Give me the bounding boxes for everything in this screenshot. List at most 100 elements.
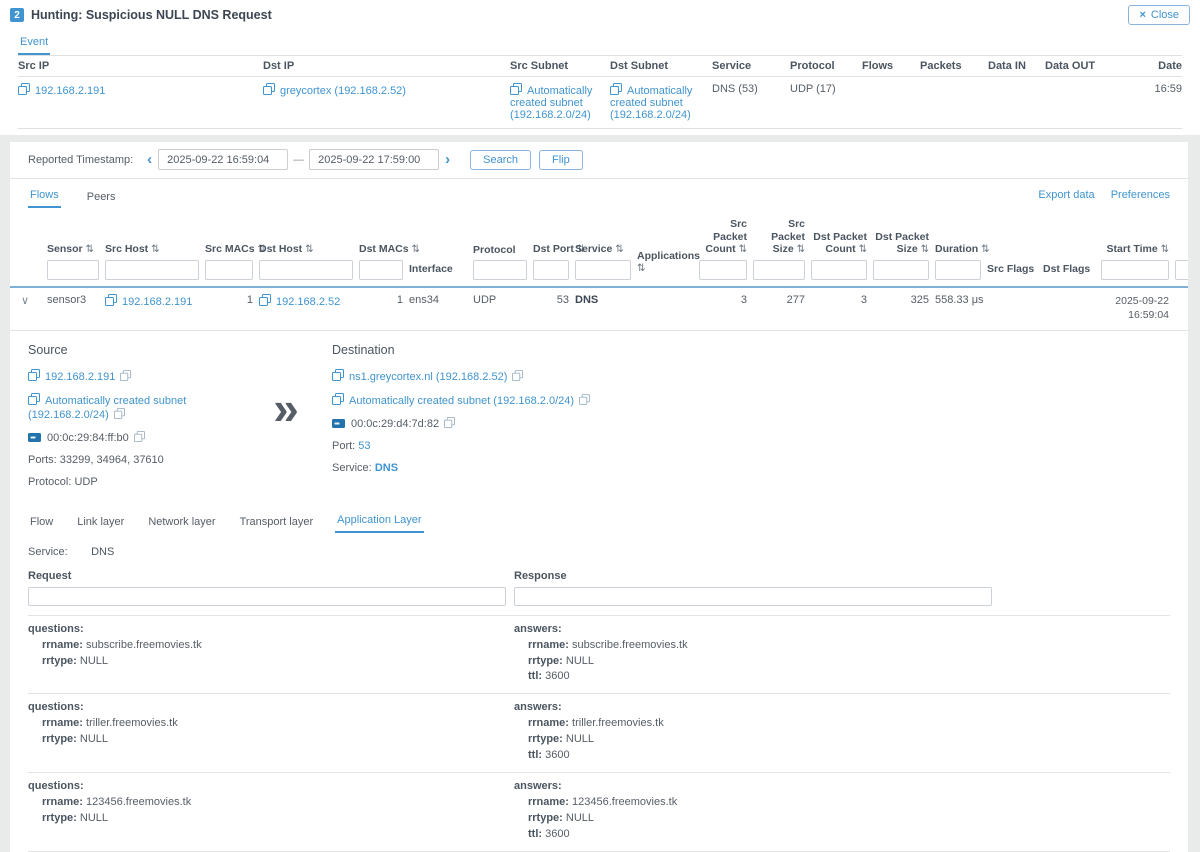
sort-icon[interactable]: ⇅ (859, 244, 867, 255)
sort-icon[interactable]: ⇅ (412, 244, 420, 255)
question-rrtype: NULL (80, 733, 108, 745)
tab-flows[interactable]: Flows (28, 184, 61, 208)
answers-label: answers: (514, 779, 992, 795)
filter-service-input[interactable] (575, 260, 631, 280)
destination-port-link[interactable]: 53 (358, 440, 370, 452)
filter-src-host-input[interactable] (105, 260, 199, 280)
sort-icon[interactable]: ⇅ (86, 244, 94, 255)
timestamp-from-input[interactable] (158, 149, 288, 170)
destination-subnet-link[interactable]: Automatically created subnet (192.168.2.… (332, 395, 590, 407)
detail-destination: Destination ns1.greycortex.nl (192.168.2… (332, 343, 1170, 499)
copy-icon[interactable] (444, 417, 455, 428)
source-title: Source (28, 343, 240, 358)
col-dst-packet-count: Dst Packet Count ⇅ (811, 231, 867, 257)
export-data-link[interactable]: Export data (1038, 189, 1094, 201)
chevron-down-icon[interactable]: ∨ (21, 295, 29, 307)
questions-label: questions: (28, 700, 506, 716)
copy-icon[interactable] (114, 408, 125, 419)
col-dst-packet-size: Dst Packet Size ⇅ (873, 231, 929, 257)
close-icon: × (1139, 9, 1145, 21)
filter-sensor-input[interactable] (47, 260, 99, 280)
answer-ttl: 3600 (545, 749, 569, 761)
copy-icon[interactable] (120, 370, 131, 381)
chevron-left-icon[interactable]: ‹ (141, 152, 158, 167)
flow-direction-icon: » (240, 343, 332, 499)
flow-dst-host-link[interactable]: 192.168.2.52 (259, 296, 340, 308)
source-protocol: Protocol: UDP (28, 476, 240, 489)
col-data-out: Data OUT (1045, 60, 1105, 72)
tab-peers[interactable]: Peers (85, 186, 118, 208)
search-button[interactable]: Search (470, 150, 531, 170)
tab-event[interactable]: Event (18, 31, 50, 55)
col-dst-macs: Dst MACs ⇅ (359, 243, 403, 256)
destination-service-link[interactable]: DNS (375, 462, 398, 474)
filter-protocol-input[interactable] (473, 260, 527, 280)
close-button[interactable]: × Close (1128, 5, 1190, 25)
timestamp-label: Reported Timestamp: (28, 154, 133, 166)
tab-link-layer[interactable]: Link layer (75, 511, 126, 533)
flow-src-host-link[interactable]: 192.168.2.191 (105, 296, 192, 308)
response-filter-input[interactable] (514, 587, 992, 606)
request-filter-input[interactable] (28, 587, 506, 606)
destination-host-link[interactable]: ns1.greycortex.nl (192.168.2.52) (332, 371, 523, 383)
filter-dst-port-input[interactable] (533, 260, 569, 280)
flow-detail: Source 192.168.2.191 Automatically creat… (10, 331, 1188, 501)
host-icon (259, 294, 271, 306)
tab-flow[interactable]: Flow (28, 511, 55, 533)
filter-dst-macs-input[interactable] (359, 260, 403, 280)
copy-icon[interactable] (512, 370, 523, 381)
sort-icon[interactable]: ⇅ (615, 244, 623, 255)
preferences-link[interactable]: Preferences (1111, 189, 1170, 201)
filter-duration-input[interactable] (935, 260, 981, 280)
source-host-link[interactable]: 192.168.2.191 (28, 371, 131, 383)
answers-label: answers: (514, 622, 992, 638)
event-src-ip-link[interactable]: 192.168.2.191 (18, 85, 105, 97)
event-dst-ip-link[interactable]: greycortex (192.168.2.52) (263, 85, 406, 97)
source-subnet-link[interactable]: Automatically created subnet (192.168.2.… (28, 395, 186, 421)
flow-service: DNS (572, 294, 634, 306)
flip-button[interactable]: Flip (539, 150, 583, 170)
filter-src-packet-count-input[interactable] (699, 260, 747, 280)
copy-icon[interactable] (134, 431, 145, 442)
copy-icon[interactable] (579, 394, 590, 405)
flow-row[interactable]: ∨ sensor3 192.168.2.191 1 192.168.2.52 1… (10, 288, 1188, 330)
filter-extra-input[interactable] (1175, 260, 1188, 280)
sort-icon[interactable]: ⇅ (1161, 244, 1169, 255)
filter-src-macs-input[interactable] (205, 260, 253, 280)
filter-src-packet-size-input[interactable] (753, 260, 805, 280)
sort-icon[interactable]: ⇅ (797, 244, 805, 255)
tab-application-layer[interactable]: Application Layer (335, 509, 423, 533)
flows-table-header: Sensor ⇅ Src Host ⇅ Src MACs ⇅ Dst Host … (10, 210, 1188, 288)
col-src-macs: Src MACs ⇅ (205, 243, 253, 256)
col-date: Date (1105, 60, 1182, 72)
answer-rrname: 123456.freemovies.tk (572, 796, 677, 808)
tab-transport-layer[interactable]: Transport layer (238, 511, 316, 533)
sort-icon[interactable]: ⇅ (305, 244, 313, 255)
sort-icon[interactable]: ⇅ (739, 244, 747, 255)
col-src-packet-count: Src Packet Count ⇅ (699, 218, 747, 256)
flow-interface: ens34 (406, 294, 470, 306)
sort-icon[interactable]: ⇅ (151, 244, 159, 255)
flow-duration: 558.33 μs (932, 294, 984, 306)
timestamp-to-input[interactable] (309, 149, 439, 170)
filter-dst-packet-size-input[interactable] (873, 260, 929, 280)
sort-icon[interactable]: ⇅ (637, 263, 645, 274)
filter-dst-host-input[interactable] (259, 260, 353, 280)
flow-start-time: 2025-09-22 16:59:04 (1098, 294, 1172, 322)
tab-network-layer[interactable]: Network layer (146, 511, 217, 533)
filter-start-time-input[interactable] (1101, 260, 1169, 280)
flow-src-macs: 1 (202, 294, 256, 306)
filter-dst-packet-count-input[interactable] (811, 260, 867, 280)
flow-dst-packet-count: 3 (808, 294, 870, 306)
flow-dst-packet-size: 325 (870, 294, 932, 306)
col-dst-port: Dst Port ⇅ (533, 243, 569, 256)
event-dst-subnet-link[interactable]: Automatically created subnet (192.168.2.… (610, 85, 692, 121)
sort-icon[interactable]: ⇅ (921, 244, 929, 255)
severity-badge: 2 (10, 8, 24, 22)
flows-actions: Export data Preferences (1038, 189, 1170, 208)
sort-icon[interactable]: ⇅ (981, 244, 989, 255)
event-src-subnet-link[interactable]: Automatically created subnet (192.168.2.… (510, 85, 592, 121)
chevron-right-icon[interactable]: › (439, 152, 456, 167)
close-label: Close (1151, 9, 1179, 21)
col-dst-host: Dst Host ⇅ (259, 243, 353, 256)
